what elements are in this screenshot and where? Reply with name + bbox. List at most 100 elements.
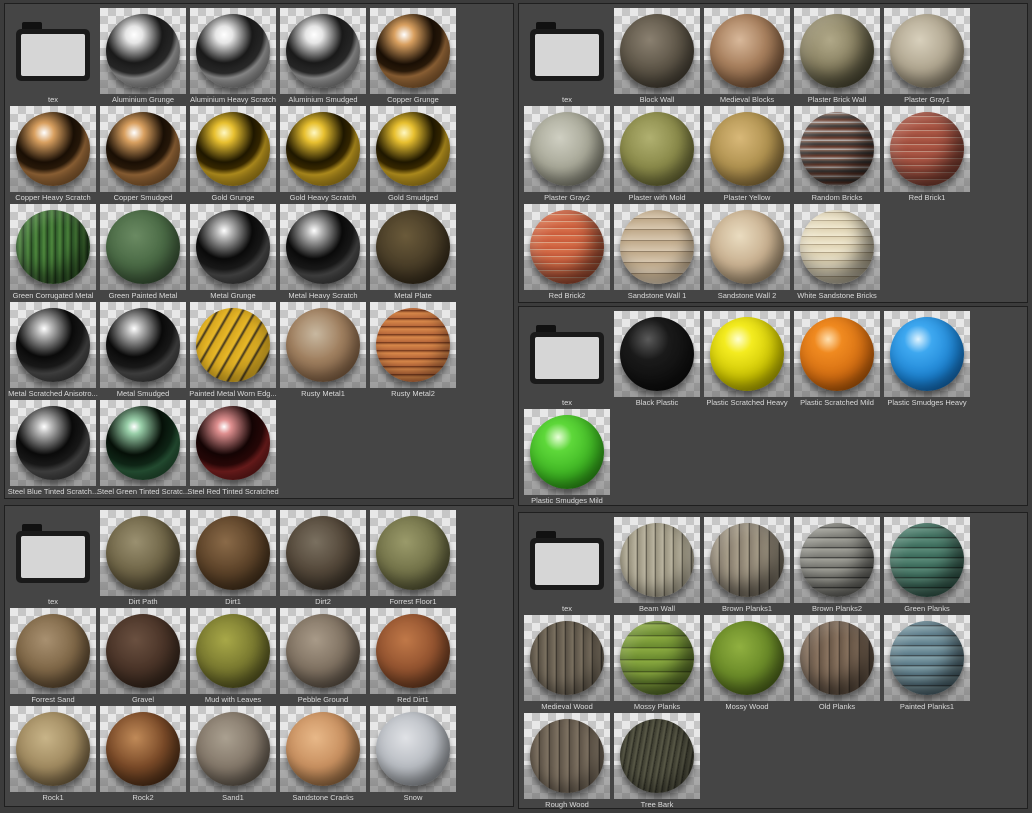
material-tile[interactable]: Gold Smudged bbox=[369, 106, 457, 204]
material-tile[interactable]: Rough Wood bbox=[523, 713, 611, 811]
folder-tex[interactable]: tex bbox=[9, 510, 97, 608]
material-tile[interactable]: Red Brick1 bbox=[883, 106, 971, 204]
material-tile[interactable]: Aluminium Heavy Scratch bbox=[189, 8, 277, 106]
material-label: Plastic Scratched Mild bbox=[800, 398, 874, 407]
material-sphere bbox=[16, 712, 90, 786]
material-tile[interactable]: Gold Grunge bbox=[189, 106, 277, 204]
material-tile[interactable]: Copper Smudged bbox=[99, 106, 187, 204]
material-tile[interactable]: Dirt1 bbox=[189, 510, 277, 608]
material-tile[interactable]: Tree Bark bbox=[613, 713, 701, 811]
material-tile[interactable]: Painted Metal Worn Edg... bbox=[189, 302, 277, 400]
folder-tex[interactable]: tex bbox=[523, 311, 611, 409]
material-tile[interactable]: Forrest Sand bbox=[9, 608, 97, 706]
material-preview bbox=[100, 8, 186, 94]
material-sphere bbox=[376, 308, 450, 382]
material-preview bbox=[190, 400, 276, 486]
material-preview bbox=[524, 615, 610, 701]
material-label: Steel Red Tinted Scratched bbox=[187, 487, 279, 496]
material-preview bbox=[370, 608, 456, 694]
material-tile[interactable]: Random Bricks bbox=[793, 106, 881, 204]
material-preview bbox=[370, 8, 456, 94]
material-sphere bbox=[890, 621, 964, 695]
material-tile[interactable]: Snow bbox=[369, 706, 457, 804]
material-tile[interactable]: Aluminium Smudged bbox=[279, 8, 367, 106]
material-preview bbox=[884, 8, 970, 94]
material-sphere bbox=[196, 210, 270, 284]
material-tile[interactable]: Dirt2 bbox=[279, 510, 367, 608]
material-sphere bbox=[106, 406, 180, 480]
material-tile[interactable]: White Sandstone Bricks bbox=[793, 204, 881, 302]
material-preview bbox=[10, 706, 96, 792]
material-tile[interactable]: Plastic Smudges Heavy bbox=[883, 311, 971, 409]
material-tile[interactable]: Painted Planks1 bbox=[883, 615, 971, 713]
material-tile[interactable]: Sand1 bbox=[189, 706, 277, 804]
material-preview bbox=[190, 106, 276, 192]
material-tile[interactable]: Copper Heavy Scratch bbox=[9, 106, 97, 204]
material-tile[interactable]: Black Plastic bbox=[613, 311, 701, 409]
material-preview bbox=[884, 311, 970, 397]
material-tile[interactable]: Red Brick2 bbox=[523, 204, 611, 302]
material-tile[interactable]: Metal Grunge bbox=[189, 204, 277, 302]
material-tile[interactable]: Green Planks bbox=[883, 517, 971, 615]
material-tile[interactable]: Dirt Path bbox=[99, 510, 187, 608]
material-tile[interactable]: Plaster Gray1 bbox=[883, 8, 971, 106]
material-tile[interactable]: Medieval Blocks bbox=[703, 8, 791, 106]
material-preview bbox=[794, 615, 880, 701]
material-tile[interactable]: Plaster with Mold bbox=[613, 106, 701, 204]
material-tile[interactable]: Sandstone Wall 2 bbox=[703, 204, 791, 302]
material-tile[interactable]: Mud with Leaves bbox=[189, 608, 277, 706]
material-tile[interactable]: Metal Heavy Scratch bbox=[279, 204, 367, 302]
material-tile[interactable]: Steel Red Tinted Scratched bbox=[187, 400, 279, 498]
material-label: Old Planks bbox=[818, 702, 856, 711]
material-tile[interactable]: Pebble Ground bbox=[279, 608, 367, 706]
material-tile[interactable]: Rusty Metal2 bbox=[369, 302, 457, 400]
material-tile[interactable]: Forrest Floor1 bbox=[369, 510, 457, 608]
material-tile[interactable]: Steel Green Tinted Scratc... bbox=[97, 400, 189, 498]
material-tile[interactable]: Metal Plate bbox=[369, 204, 457, 302]
material-tile[interactable]: Green Corrugated Metal bbox=[9, 204, 97, 302]
material-tile[interactable]: Green Painted Metal bbox=[99, 204, 187, 302]
material-tile[interactable]: Brown Planks2 bbox=[793, 517, 881, 615]
material-tile[interactable]: Gold Heavy Scratch bbox=[279, 106, 367, 204]
material-label: Red Brick1 bbox=[908, 193, 946, 202]
material-tile[interactable]: Plastic Scratched Heavy bbox=[703, 311, 791, 409]
folder-tex[interactable]: tex bbox=[523, 8, 611, 106]
material-tile[interactable]: Metal Smudged bbox=[99, 302, 187, 400]
material-sphere bbox=[286, 210, 360, 284]
material-sphere bbox=[16, 406, 90, 480]
material-tile[interactable]: Brown Planks1 bbox=[703, 517, 791, 615]
material-tile[interactable]: Aluminium Grunge bbox=[99, 8, 187, 106]
material-label: Block Wall bbox=[639, 95, 675, 104]
material-tile[interactable]: Steel Blue Tinted Scratch... bbox=[8, 400, 98, 498]
material-tile[interactable]: Rock1 bbox=[9, 706, 97, 804]
material-sphere bbox=[710, 112, 784, 186]
material-tile[interactable]: Sandstone Wall 1 bbox=[613, 204, 701, 302]
material-label: Gold Smudged bbox=[387, 193, 439, 202]
material-sphere bbox=[530, 621, 604, 695]
material-tile[interactable]: Plastic Smudges Mild bbox=[523, 409, 611, 507]
material-tile[interactable]: Block Wall bbox=[613, 8, 701, 106]
material-tile[interactable]: Red Dirt1 bbox=[369, 608, 457, 706]
material-tile[interactable]: Sandstone Cracks bbox=[279, 706, 367, 804]
material-tile[interactable]: Copper Grunge bbox=[369, 8, 457, 106]
material-tile[interactable]: Plaster Brick Wall bbox=[793, 8, 881, 106]
material-tile[interactable]: Rusty Metal1 bbox=[279, 302, 367, 400]
material-preview bbox=[614, 204, 700, 290]
panel-walls: tex Block Wall Medieval Blocks Plaster Bric… bbox=[518, 3, 1028, 303]
material-tile[interactable]: Metal Scratched Anisotro... bbox=[8, 302, 98, 400]
material-sphere bbox=[106, 112, 180, 186]
material-tile[interactable]: Gravel bbox=[99, 608, 187, 706]
material-tile[interactable]: Plaster Yellow bbox=[703, 106, 791, 204]
material-tile[interactable]: Old Planks bbox=[793, 615, 881, 713]
material-tile[interactable]: Beam Wall bbox=[613, 517, 701, 615]
material-tile[interactable]: Plaster Gray2 bbox=[523, 106, 611, 204]
material-tile[interactable]: Rock2 bbox=[99, 706, 187, 804]
material-preview bbox=[524, 409, 610, 495]
folder-tex[interactable]: tex bbox=[9, 8, 97, 106]
material-sphere bbox=[890, 317, 964, 391]
material-tile[interactable]: Mossy Wood bbox=[703, 615, 791, 713]
material-tile[interactable]: Plastic Scratched Mild bbox=[793, 311, 881, 409]
material-tile[interactable]: Medieval Wood bbox=[523, 615, 611, 713]
folder-tex[interactable]: tex bbox=[523, 517, 611, 615]
material-tile[interactable]: Mossy Planks bbox=[613, 615, 701, 713]
